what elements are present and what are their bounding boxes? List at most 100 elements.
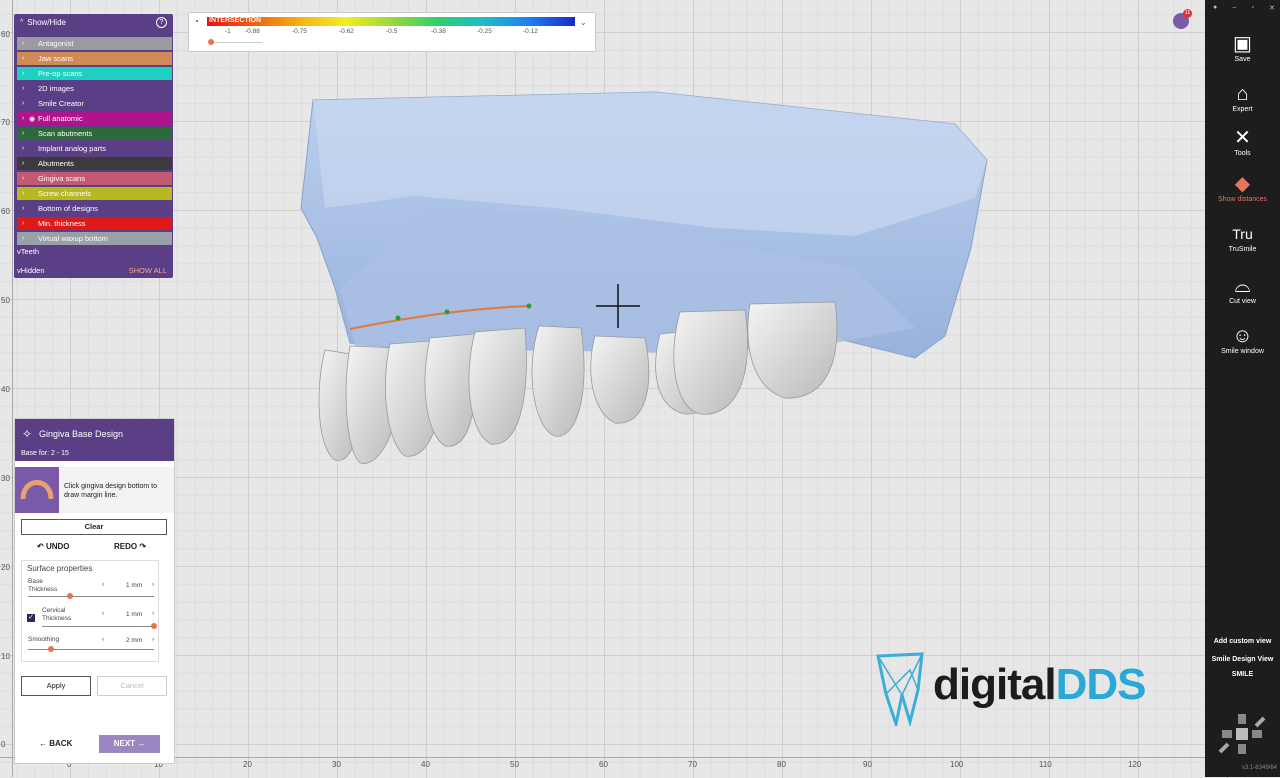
layer-row[interactable]: › ◉ Full anatomic xyxy=(17,112,172,125)
layer-label: Scan abutments xyxy=(38,129,93,138)
chevron-right-icon[interactable]: › xyxy=(17,145,29,152)
face-icon: ☺ xyxy=(1232,325,1253,347)
increase-icon[interactable]: › xyxy=(152,581,154,588)
decrease-icon[interactable]: ‹ xyxy=(102,581,104,588)
chevron-right-icon[interactable]: › xyxy=(17,100,29,107)
tools-button[interactable]: ✕ Tools xyxy=(1205,126,1280,157)
chevron-right-icon[interactable]: › xyxy=(17,220,29,227)
layer-row[interactable]: › Jaw scans xyxy=(17,52,172,65)
teeth-group[interactable]: v Teeth xyxy=(17,245,172,258)
smile-window-button[interactable]: ☺ Smile window xyxy=(1205,324,1280,355)
layer-row[interactable]: › Antagonist xyxy=(17,37,172,50)
window-controls: ● – ▫ ✕ xyxy=(1213,4,1275,12)
scale-label: -0.38 xyxy=(431,28,446,35)
undo-button[interactable]: ↶ UNDO xyxy=(37,542,70,551)
apply-button[interactable]: Apply xyxy=(21,676,91,696)
back-button[interactable]: ← BACK xyxy=(39,739,72,748)
smoothing-label: Smoothing xyxy=(28,636,60,643)
close-icon[interactable]: ✕ xyxy=(1269,4,1275,12)
restore-icon[interactable]: ▫ xyxy=(1251,4,1253,12)
intersection-slider-track[interactable] xyxy=(209,42,263,43)
decrease-icon[interactable]: ‹ xyxy=(102,610,104,617)
ruler-tick: 40 xyxy=(1,385,10,394)
minimize-icon[interactable]: – xyxy=(1232,4,1236,12)
chevron-right-icon[interactable]: › xyxy=(17,205,29,212)
increase-icon[interactable]: › xyxy=(152,636,154,643)
chevron-right-icon[interactable]: › xyxy=(17,40,29,47)
gingiva-base-design-panel: ✧ Gingiva Base Design Base for: 2 - 15 C… xyxy=(14,418,175,764)
chevron-right-icon[interactable]: › xyxy=(17,235,29,242)
user-icon[interactable]: ● xyxy=(1213,4,1217,12)
chevron-down-icon[interactable]: ⌄ xyxy=(580,18,587,27)
show-distances-button[interactable]: ◆ Show distances xyxy=(1205,172,1280,203)
cancel-button[interactable]: Cancel xyxy=(97,676,167,696)
layer-row[interactable]: › Implant analog parts xyxy=(17,142,172,155)
show-hide-panel: ^ Show/Hide ? › Antagonist › Jaw scans › Pre-… xyxy=(14,14,173,278)
increase-icon[interactable]: › xyxy=(152,610,154,617)
layer-row[interactable]: › Smile Creator xyxy=(17,97,172,110)
layer-label: Pre-op scans xyxy=(38,69,83,78)
bell-icon[interactable]: 11 xyxy=(1173,9,1192,29)
show-all-button[interactable]: SHOW ALL xyxy=(129,266,167,275)
crosshair-cursor xyxy=(596,284,640,328)
save-button[interactable]: ▣ Save xyxy=(1205,32,1280,63)
layer-row[interactable]: › Pre-op scans xyxy=(17,67,172,80)
ruler-tick: 90 xyxy=(863,760,872,769)
eye-icon[interactable]: ◉ xyxy=(29,115,38,123)
chevron-right-icon[interactable]: › xyxy=(17,85,29,92)
layer-row[interactable]: › Gingiva scans xyxy=(17,172,172,185)
chevron-right-icon[interactable]: › xyxy=(17,190,29,197)
add-custom-view-button[interactable]: Add custom view xyxy=(1205,638,1280,645)
dental-model-viewport[interactable] xyxy=(295,88,995,473)
help-icon[interactable]: ? xyxy=(156,17,167,28)
cut-view-button[interactable]: ⌓ Cut view xyxy=(1205,274,1280,305)
next-button[interactable]: NEXT → xyxy=(99,735,160,753)
base-thickness-slider[interactable] xyxy=(28,596,154,597)
redo-button[interactable]: REDO ↷ xyxy=(114,542,146,551)
show-hide-header[interactable]: ^ Show/Hide ? xyxy=(14,14,173,31)
clear-button[interactable]: Clear xyxy=(21,519,167,535)
layer-row[interactable]: › Scan abutments xyxy=(17,127,172,140)
view-cube-icon[interactable] xyxy=(1214,712,1270,758)
smoothing-knob[interactable] xyxy=(47,646,54,652)
expert-button[interactable]: ⌂ Expert xyxy=(1205,82,1280,113)
smile-button[interactable]: SMILE xyxy=(1205,671,1280,678)
layer-row[interactable]: › Min. thickness xyxy=(17,217,172,230)
ruler-tick: 40 xyxy=(421,760,430,769)
smile-design-view-button[interactable]: Smile Design View xyxy=(1205,656,1280,663)
layer-label: Gingiva scans xyxy=(38,174,86,183)
notification-badge: 11 xyxy=(1183,9,1192,18)
smoothing-slider[interactable] xyxy=(28,649,154,650)
chevron-right-icon[interactable]: › xyxy=(17,55,29,62)
ruler-tick: 120 xyxy=(1128,760,1142,769)
trusmile-icon: Tru xyxy=(1232,226,1253,242)
chevron-right-icon[interactable]: › xyxy=(17,160,29,167)
layer-row[interactable]: › Virtual waxup bottom xyxy=(17,232,172,245)
ruler-tick: 0 xyxy=(1,740,6,749)
cervical-knob[interactable] xyxy=(151,623,157,629)
base-thickness-label: Base xyxy=(28,578,43,585)
base-thickness-knob[interactable] xyxy=(66,593,73,599)
trusmile-button[interactable]: Tru TruSmile xyxy=(1205,222,1280,253)
chevron-right-icon[interactable]: › xyxy=(17,115,29,122)
layer-row[interactable]: › Screw channels xyxy=(17,187,172,200)
hidden-group[interactable]: v Hidden SHOW ALL xyxy=(17,264,172,277)
gingiva-subtitle: Base for: 2 - 15 xyxy=(21,450,69,457)
layer-row[interactable]: › Abutments xyxy=(17,157,172,170)
cervical-checkbox[interactable]: ✓ xyxy=(27,614,35,622)
decrease-icon[interactable]: ‹ xyxy=(102,636,104,643)
chevron-right-icon[interactable]: › xyxy=(17,175,29,182)
surface-title: Surface properties xyxy=(27,564,93,573)
base-thickness-value: 1 mm xyxy=(126,582,143,589)
version-label: v3.1-8349/64 xyxy=(1241,765,1277,771)
bottom-ruler: 0 10 20 30 40 50 60 70 80 90 100 110 120 xyxy=(0,757,1205,778)
chevron-right-icon[interactable]: › xyxy=(17,130,29,137)
scale-label: -0.12 xyxy=(523,28,538,35)
layer-row[interactable]: › Bottom of designs xyxy=(17,202,172,215)
intersection-slider-knob[interactable] xyxy=(208,39,214,45)
cervical-slider[interactable] xyxy=(42,626,154,627)
teeth-label: Teeth xyxy=(20,247,40,256)
margin-point xyxy=(444,309,450,315)
layer-row[interactable]: › 2D images xyxy=(17,82,172,95)
chevron-right-icon[interactable]: › xyxy=(17,70,29,77)
